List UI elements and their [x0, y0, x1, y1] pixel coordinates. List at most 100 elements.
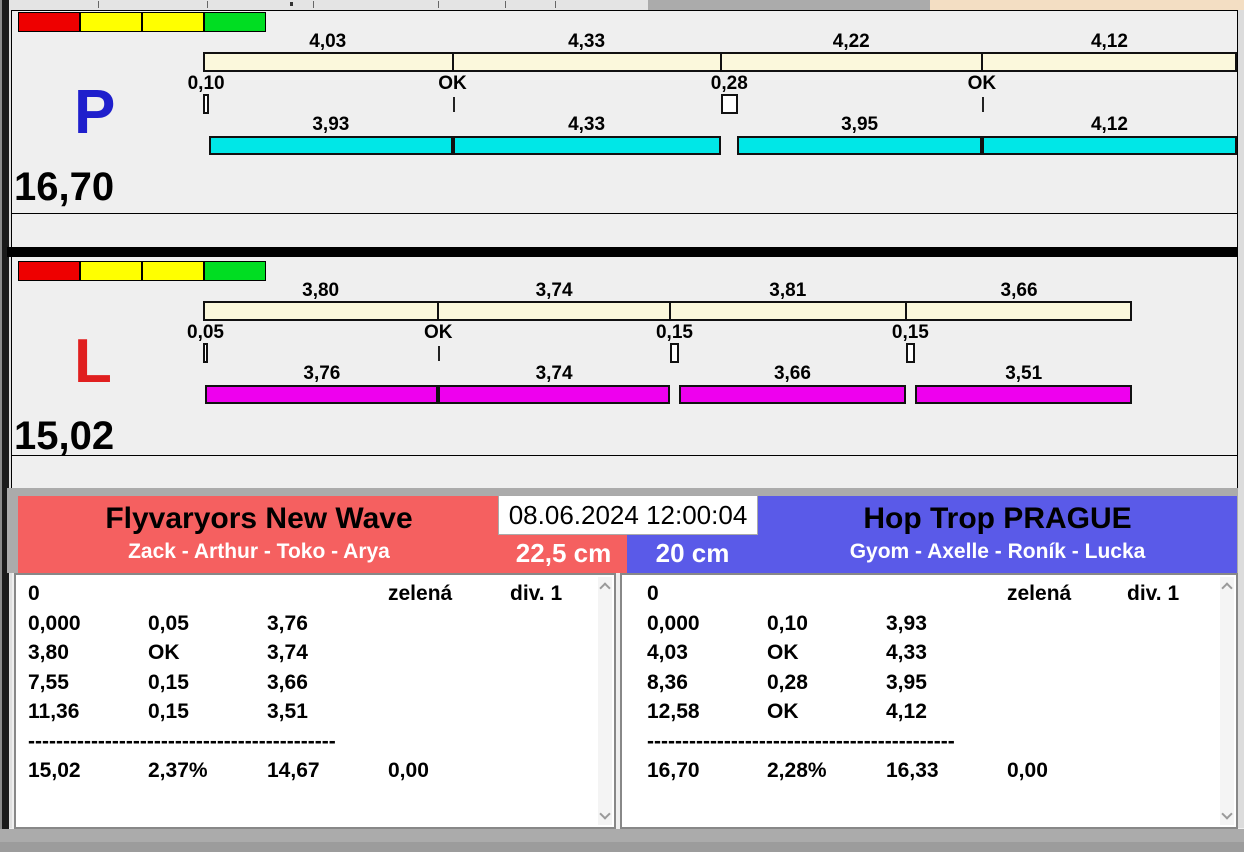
run-time-label: 3,51	[915, 363, 1132, 385]
gap-time-label: 0,15	[870, 322, 950, 344]
team-name-left: Flyvaryors New Wave	[18, 502, 500, 536]
gap-box	[203, 343, 208, 363]
run-bar-segment	[453, 136, 721, 155]
scrollbar[interactable]	[1220, 577, 1234, 825]
table-cell: 7,55	[28, 671, 69, 695]
run-bar-segment	[205, 385, 438, 404]
table-cell: div. 1	[510, 582, 562, 606]
crossing-time-label: 3,80	[203, 280, 438, 302]
chevron-down-icon[interactable]	[599, 808, 610, 819]
flyball-timing-app: P16,704,030,103,934,33OK4,334,220,283,95…	[0, 0, 1244, 852]
gap-box	[906, 343, 915, 363]
window-bottom-border	[0, 842, 1244, 852]
result-table-right: 0zelenádiv. 10,0000,103,934,03OK4,338,36…	[620, 573, 1238, 829]
top-strip-beige-segment	[930, 0, 1244, 10]
top-window-strip	[0, 0, 1244, 10]
table-cell: 2,28%	[767, 759, 827, 783]
traffic-light-cell	[142, 261, 204, 281]
crossing-bar	[203, 301, 1132, 321]
table-cell: 0,05	[148, 612, 189, 636]
gap-time-label: 0,28	[689, 73, 769, 95]
run-time-label: 4,12	[982, 114, 1237, 136]
lane-letter: P	[74, 85, 115, 141]
table-cell: 15,02	[28, 759, 81, 783]
table-cell: 0,00	[388, 759, 429, 783]
crossing-time-label: 4,22	[721, 31, 982, 53]
table-cell: zelená	[388, 582, 452, 606]
gap-time-label: 0,10	[166, 73, 246, 95]
gap-box	[203, 94, 209, 114]
table-cell: 16,33	[886, 759, 939, 783]
top-strip-tick	[290, 2, 293, 6]
chevron-up-icon[interactable]	[599, 582, 610, 593]
run-time-label: 3,95	[737, 114, 982, 136]
table-cell: 0,28	[767, 671, 808, 695]
table-cell: 2,37%	[148, 759, 208, 783]
top-strip-tick	[438, 1, 439, 8]
lane-panel-p: P16,704,030,103,934,33OK4,334,220,283,95…	[0, 11, 1244, 223]
run-bar-segment	[737, 136, 982, 155]
run-time-label: 3,74	[438, 363, 670, 385]
table-cell: zelená	[1007, 582, 1071, 606]
table-cell: OK	[148, 641, 180, 665]
crossing-bar-divider	[981, 52, 983, 72]
table-cell: 8,36	[647, 671, 688, 695]
traffic-light-cell	[18, 261, 80, 281]
lane-separator-line	[11, 213, 1237, 214]
top-strip-gray-segment	[648, 0, 930, 10]
ok-label: OK	[413, 73, 493, 95]
crossing-bar-divider	[669, 301, 671, 321]
table-cell: 0,000	[28, 612, 81, 636]
table-cell: 3,66	[267, 671, 308, 695]
traffic-light-cell	[80, 261, 142, 281]
table-cell: 16,70	[647, 759, 700, 783]
table-cell: 11,36	[28, 700, 79, 724]
traffic-light-cell	[18, 12, 80, 32]
lane-panel-l: L15,023,800,053,763,74OK3,743,810,153,66…	[0, 260, 1244, 472]
traffic-light-cell	[204, 261, 266, 281]
gap-time-label: 0,15	[634, 322, 714, 344]
crossing-bar-divider	[452, 52, 454, 72]
table-cell: 3,93	[886, 612, 927, 636]
chevron-up-icon[interactable]	[1221, 582, 1232, 593]
table-cell: 0,10	[767, 612, 808, 636]
run-time-label: 3,93	[209, 114, 452, 136]
run-bar-segment	[209, 136, 452, 155]
table-cell: 3,80	[28, 641, 69, 665]
lane-divider-bar	[7, 247, 1238, 257]
team-dogs-left: Zack - Arthur - Toko - Arya	[18, 540, 500, 564]
gap-box	[670, 343, 679, 363]
table-cell: 3,95	[886, 671, 927, 695]
ok-label: OK	[398, 322, 478, 344]
run-time-label: 3,66	[679, 363, 906, 385]
crossing-time-label: 4,03	[203, 31, 453, 53]
crossing-time-label: 4,33	[453, 31, 721, 53]
team-name-right: Hop Trop PRAGUE	[758, 502, 1237, 536]
run-bar-segment	[438, 385, 670, 404]
table-cell: OK	[767, 641, 799, 665]
gap-box	[721, 94, 738, 114]
table-cell: 0	[647, 582, 659, 606]
crossing-bar-divider	[437, 301, 439, 321]
top-strip-tick	[505, 1, 506, 8]
lane-total: 15,02	[14, 414, 114, 459]
table-cell: 0,15	[148, 700, 189, 724]
run-bar-segment	[915, 385, 1132, 404]
table-cell: 4,12	[886, 700, 927, 724]
lane-letter: L	[74, 334, 112, 390]
crossing-time-label: 3,66	[906, 280, 1133, 302]
run-time-label: 4,33	[453, 114, 721, 136]
table-cell: ----------------------------------------…	[647, 730, 955, 754]
top-strip-tick	[313, 1, 314, 8]
table-cell: 0,15	[148, 671, 189, 695]
traffic-light-cell	[204, 12, 266, 32]
top-strip-tick	[98, 1, 99, 8]
table-cell: 0	[28, 582, 40, 606]
result-table-left: 0zelenádiv. 10,0000,053,763,80OK3,747,55…	[14, 573, 616, 829]
datetime-display: 08.06.2024 12:00:04	[498, 495, 758, 535]
lane-separator-line	[11, 455, 1237, 456]
scrollbar[interactable]	[598, 577, 612, 825]
table-cell: 12,58	[647, 700, 700, 724]
chevron-down-icon[interactable]	[1221, 808, 1232, 819]
run-bar-segment	[679, 385, 906, 404]
